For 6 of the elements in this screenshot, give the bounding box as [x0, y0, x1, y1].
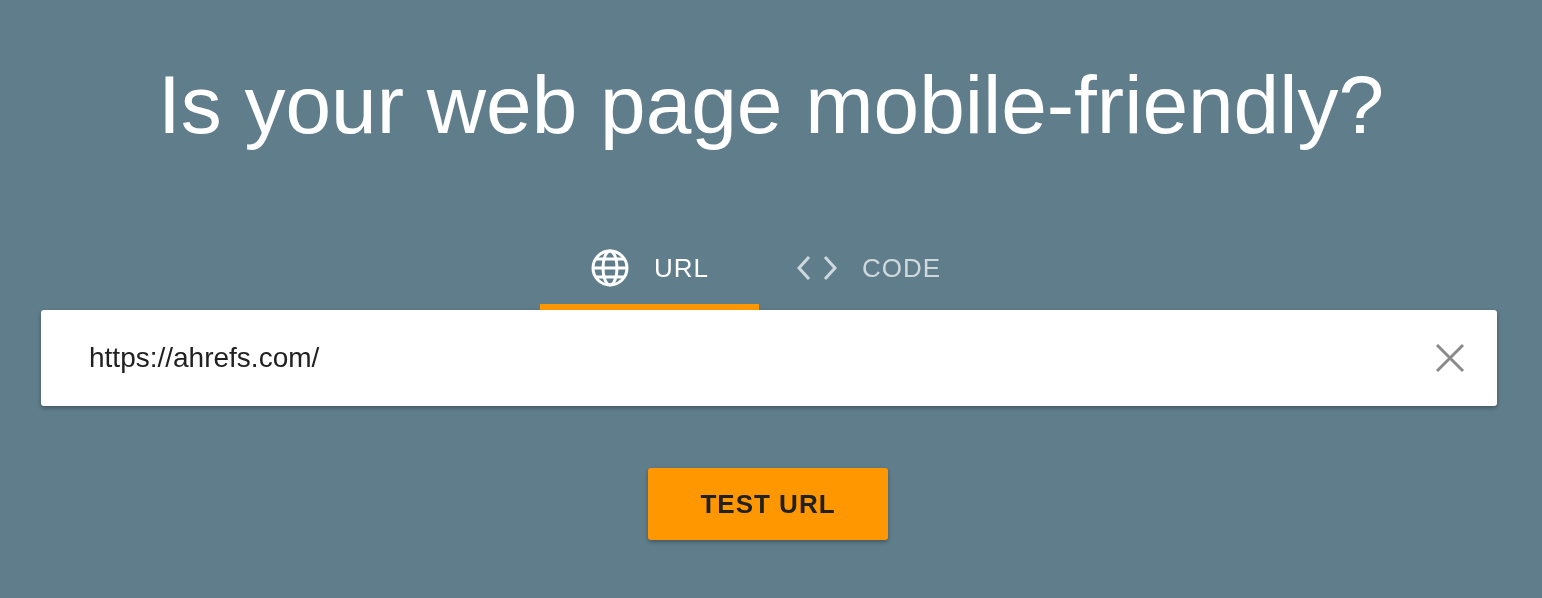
url-input[interactable]: https://ahrefs.com/: [89, 337, 1433, 380]
url-field[interactable]: https://ahrefs.com/: [41, 310, 1497, 407]
test-url-button[interactable]: TEST URL: [648, 468, 888, 541]
page-title: Is your web page mobile-friendly?: [156, 58, 1386, 152]
code-icon: [795, 254, 838, 283]
globe-icon: [590, 248, 630, 289]
